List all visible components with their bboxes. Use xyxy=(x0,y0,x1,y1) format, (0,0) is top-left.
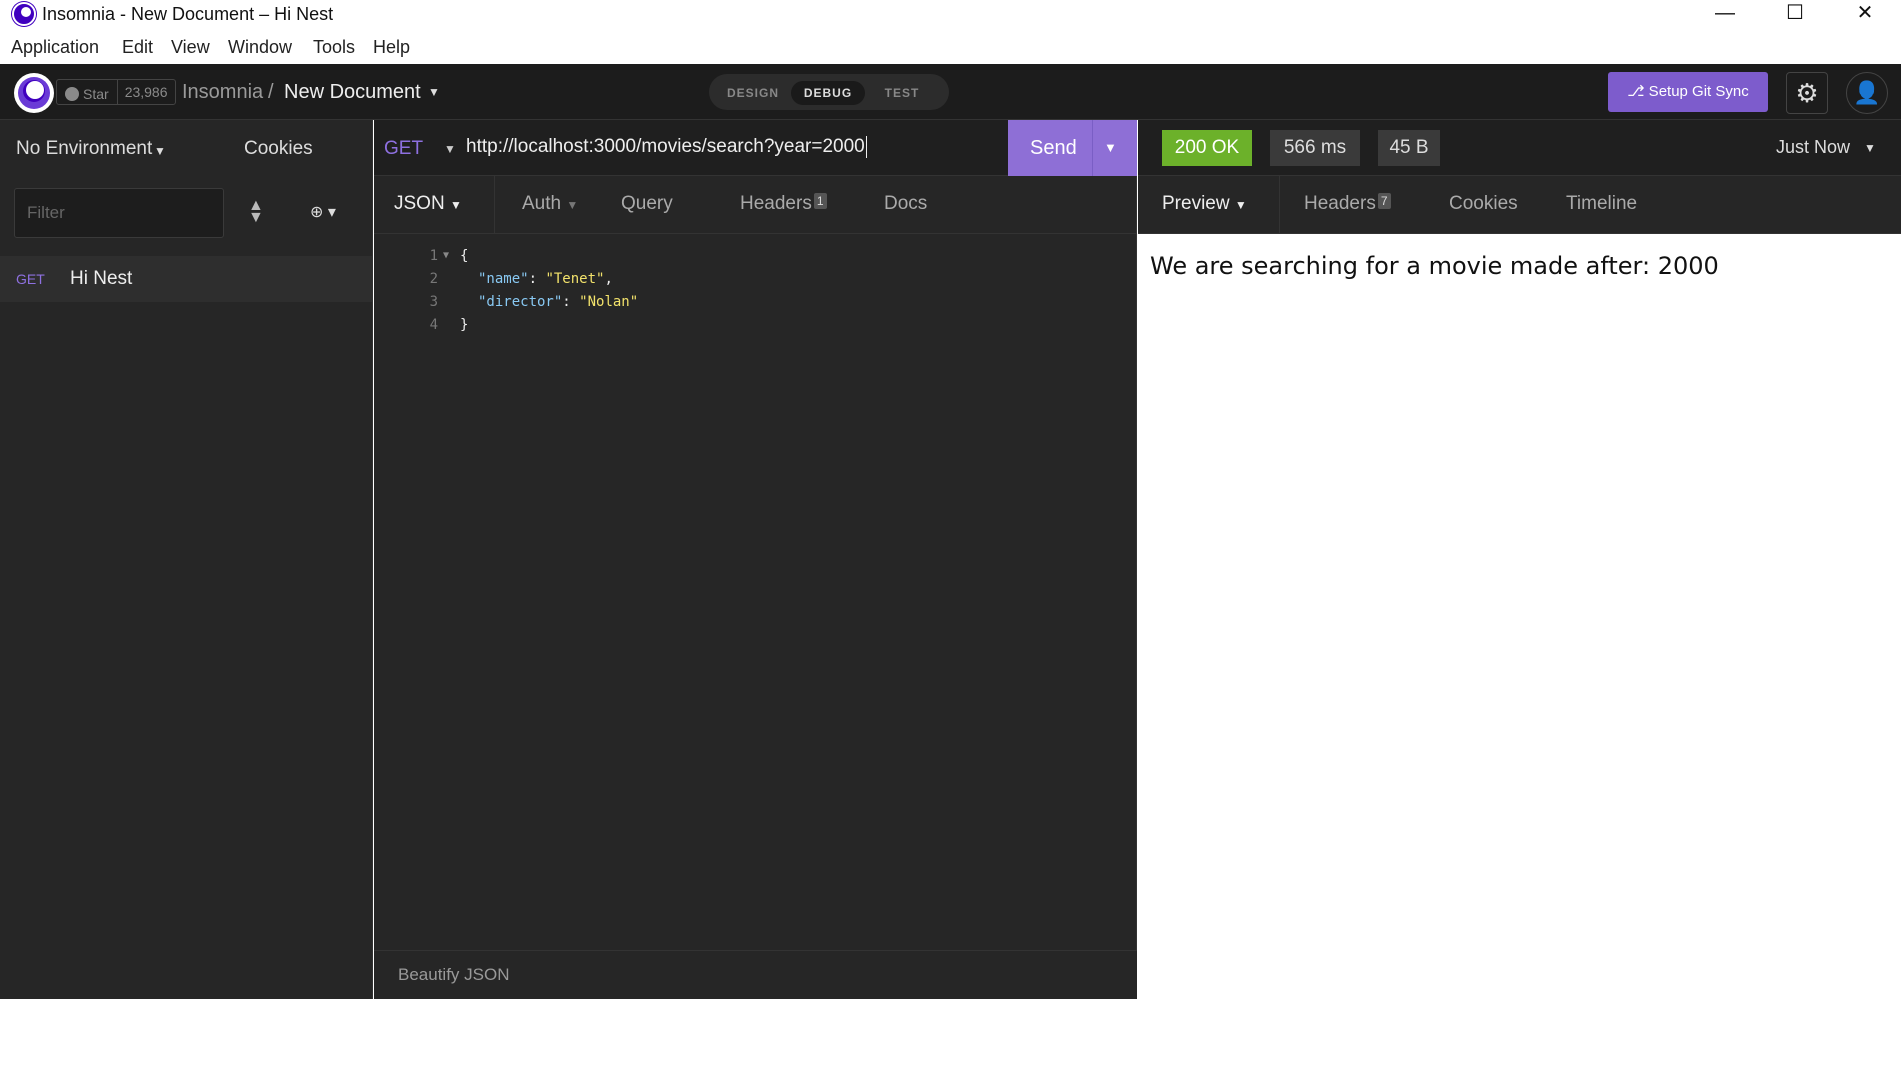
sidebar-request-item[interactable]: GET Hi Nest xyxy=(0,256,372,302)
mode-debug[interactable]: DEBUG xyxy=(791,81,865,105)
tab-auth[interactable]: Auth ▼ xyxy=(522,193,578,215)
mode-switch: DESIGN DEBUG TEST xyxy=(709,74,949,110)
tab-preview[interactable]: Preview ▼ xyxy=(1162,193,1247,215)
app-header: Star 23,986 Insomnia / New Document ▼ DE… xyxy=(0,64,1901,120)
fold-icon[interactable]: ▼ xyxy=(443,250,449,261)
cookies-button[interactable]: Cookies xyxy=(244,138,313,160)
code-line: "name": "Tenet", xyxy=(478,271,613,287)
window-title: Insomnia - New Document – Hi Nest xyxy=(42,4,334,24)
request-method-badge: GET xyxy=(16,271,45,287)
line-number: 2 xyxy=(429,271,438,287)
response-preview: We are searching for a movie made after:… xyxy=(1150,252,1719,280)
breadcrumb-separator: / xyxy=(268,81,274,103)
github-star-button[interactable]: Star 23,986 xyxy=(56,79,176,105)
code-line: } xyxy=(460,317,469,333)
tab-headers[interactable]: Headers 1 xyxy=(740,193,827,215)
send-divider xyxy=(1092,120,1093,176)
response-size: 45 B xyxy=(1378,130,1440,166)
response-headers-count-badge: 7 xyxy=(1377,193,1391,209)
line-number: 3 xyxy=(429,294,438,310)
maximize-button[interactable]: ☐ xyxy=(1760,0,1830,28)
code-line: { xyxy=(460,248,469,264)
response-pane: 200 OK 566 ms 45 B Just Now ▼ Preview ▼ … xyxy=(1138,120,1901,999)
add-request-icon[interactable]: ⊕ ▾ xyxy=(310,202,336,222)
sidebar: No Environment ▼ Cookies ▲▼ ⊕ ▾ GET Hi N… xyxy=(0,120,373,999)
minimize-button[interactable]: — xyxy=(1690,0,1760,28)
chevron-down-icon[interactable]: ▼ xyxy=(154,144,166,158)
request-tabs: JSON ▼ Auth ▼ Query Headers 1 Docs xyxy=(374,176,1137,234)
star-label: Star xyxy=(83,85,109,102)
star-count: 23,986 xyxy=(124,84,168,100)
response-status-bar: 200 OK 566 ms 45 B Just Now ▼ xyxy=(1138,120,1901,176)
request-name: Hi Nest xyxy=(70,268,133,289)
chevron-down-icon[interactable]: ▼ xyxy=(1104,140,1117,155)
line-number: 4 xyxy=(429,317,438,333)
chevron-down-icon[interactable]: ▼ xyxy=(1864,141,1876,155)
github-icon xyxy=(65,86,79,101)
tab-query[interactable]: Query xyxy=(621,193,673,215)
line-number: 1 xyxy=(429,248,438,264)
tab-response-cookies[interactable]: Cookies xyxy=(1449,193,1518,215)
menu-application[interactable]: Application xyxy=(11,37,99,58)
code-line: "director": "Nolan" xyxy=(478,294,639,310)
breadcrumb-document[interactable]: New Document xyxy=(284,81,421,104)
status-badge: 200 OK xyxy=(1162,130,1252,166)
chevron-down-icon[interactable]: ▼ xyxy=(428,85,440,99)
sort-icon[interactable]: ▲ ▼ xyxy=(248,198,264,226)
environment-selector[interactable]: No Environment xyxy=(16,138,152,160)
url-bar: GET ▼ http://localhost:3000/movies/searc… xyxy=(374,120,1137,176)
filter-input[interactable] xyxy=(14,188,224,238)
beautify-json-button[interactable]: Beautify JSON xyxy=(398,965,510,985)
setup-git-sync-button[interactable]: ⎇ Setup Git Sync xyxy=(1608,72,1768,112)
breadcrumb-root[interactable]: Insomnia xyxy=(182,81,263,104)
menu-help[interactable]: Help xyxy=(373,37,410,58)
gear-icon[interactable]: ⚙ xyxy=(1786,72,1828,114)
method-selector[interactable]: GET xyxy=(384,138,423,160)
request-pane: GET ▼ http://localhost:3000/movies/searc… xyxy=(374,120,1137,999)
menu-view[interactable]: View xyxy=(171,37,210,58)
headers-count-badge: 1 xyxy=(813,193,827,209)
editor-footer: Beautify JSON xyxy=(374,950,1137,999)
send-label: Send xyxy=(1030,137,1077,159)
menu-tools[interactable]: Tools xyxy=(313,37,355,58)
tab-response-headers[interactable]: Headers 7 xyxy=(1304,193,1391,215)
menu-bar: Application Edit View Window Tools Help xyxy=(0,31,1901,63)
insomnia-logo-icon[interactable] xyxy=(14,73,54,113)
title-bar: Insomnia - New Document – Hi Nest — ☐ ✕ xyxy=(0,0,1901,28)
tab-timeline[interactable]: Timeline xyxy=(1566,193,1637,215)
tab-docs[interactable]: Docs xyxy=(884,193,927,215)
account-icon[interactable]: 👤 xyxy=(1846,72,1888,114)
close-window-button[interactable]: ✕ xyxy=(1830,0,1900,28)
url-input[interactable]: http://localhost:3000/movies/search?year… xyxy=(466,136,867,158)
app-logo-icon xyxy=(12,2,36,26)
body-editor[interactable]: 1 ▼ { 2 "name": "Tenet", 3 "director": "… xyxy=(374,236,1137,1068)
menu-window[interactable]: Window xyxy=(228,37,292,58)
send-button[interactable]: Send ▼ xyxy=(1008,120,1137,176)
response-history-selector[interactable]: Just Now xyxy=(1776,137,1850,158)
menu-edit[interactable]: Edit xyxy=(122,37,153,58)
chevron-down-icon[interactable]: ▼ xyxy=(444,142,456,156)
tab-json[interactable]: JSON ▼ xyxy=(394,193,462,215)
response-time: 566 ms xyxy=(1270,130,1360,166)
response-tabs: Preview ▼ Headers 7 Cookies Timeline xyxy=(1138,176,1901,234)
mode-test[interactable]: TEST xyxy=(875,81,929,105)
mode-design[interactable]: DESIGN xyxy=(723,81,783,105)
